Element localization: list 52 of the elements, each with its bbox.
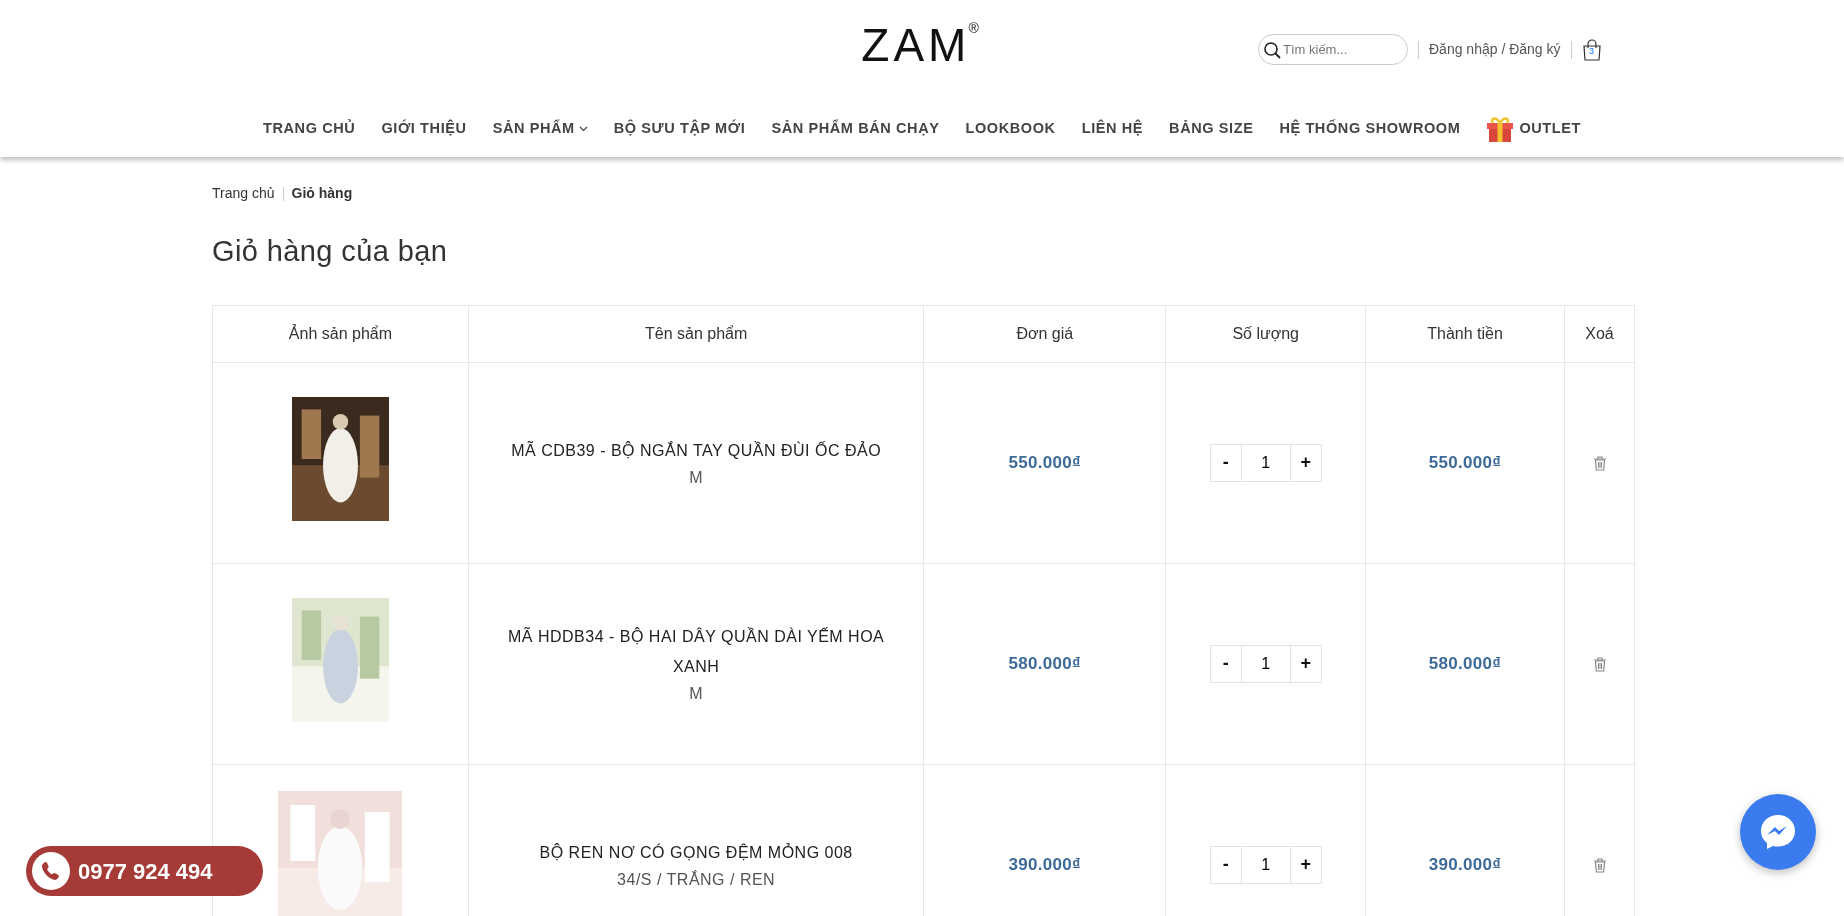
nav-link[interactable]: GIỚI THIỆU bbox=[381, 117, 467, 140]
nav-link[interactable]: SẢN PHẨM BÁN CHẠY bbox=[771, 117, 940, 140]
chat-button[interactable] bbox=[1740, 794, 1816, 870]
nav-link[interactable]: OUTLET bbox=[1486, 114, 1581, 143]
logo[interactable]: ZAM$^{®}$ bbox=[861, 22, 983, 68]
bag-icon bbox=[1581, 38, 1602, 61]
nav-link[interactable]: LOOKBOOK bbox=[965, 117, 1056, 140]
unit-price: 390.000₫ bbox=[1008, 855, 1082, 875]
search-input[interactable]: Tìm kiếm... bbox=[1281, 38, 1399, 61]
chat-icon bbox=[1758, 812, 1798, 852]
unit-price: 580.000₫ bbox=[1008, 654, 1082, 674]
search-icon[interactable] bbox=[1263, 40, 1281, 59]
quantity-field[interactable]: 1 bbox=[1240, 846, 1291, 883]
trash-icon[interactable] bbox=[1592, 456, 1607, 472]
quantity-stepper[interactable]: - 1 + bbox=[1209, 644, 1322, 683]
line-total: 390.000₫ bbox=[1428, 855, 1502, 875]
nav-link[interactable]: BẢNG SIZE bbox=[1169, 117, 1254, 140]
gift-icon bbox=[1486, 114, 1515, 143]
column-header: Số lượng bbox=[1165, 305, 1366, 363]
product-variant: M bbox=[688, 467, 705, 488]
column-header: Thành tiền bbox=[1365, 305, 1565, 363]
nav-link[interactable]: SẢN PHẨM bbox=[492, 117, 588, 140]
column-header: Tên sản phẩm bbox=[468, 305, 924, 363]
phone-icon bbox=[40, 860, 62, 882]
quantity-field[interactable]: 1 bbox=[1240, 444, 1291, 481]
page-title: Giỏ hàng của bạn bbox=[212, 234, 449, 269]
column-header: Xoá bbox=[1564, 305, 1635, 363]
unit-price: 550.000₫ bbox=[1008, 453, 1082, 473]
line-total: 550.000₫ bbox=[1428, 453, 1502, 473]
quantity-stepper[interactable]: - 1 + bbox=[1209, 443, 1322, 482]
phone-button[interactable]: 0977 924 494 bbox=[26, 846, 263, 896]
breadcrumb-current: Giỏ hàng bbox=[291, 184, 353, 203]
nav-link[interactable]: TRANG CHỦ bbox=[263, 117, 356, 140]
nav-link[interactable]: BỘ SƯU TẬP MỚI bbox=[613, 117, 746, 140]
cart-button[interactable]: 3 bbox=[1581, 38, 1602, 61]
quantity-field[interactable]: 1 bbox=[1240, 645, 1291, 682]
product-variant: M bbox=[688, 683, 705, 704]
breadcrumb-link[interactable]: Trang chủ bbox=[212, 183, 275, 204]
quantity-stepper[interactable]: - 1 + bbox=[1209, 845, 1322, 884]
nav-link[interactable]: HỆ THỐNG SHOWROOM bbox=[1279, 117, 1461, 140]
login-link[interactable]: Đăng nhập / Đăng ký bbox=[1429, 39, 1561, 60]
product-name[interactable]: MÃ CDB39 - BỘ NGẮN TAY QUẦN ĐÙI ỐC ĐẢO bbox=[469, 435, 923, 466]
product-name[interactable]: MÃ HDDB34 - BỘ HAI DÂY QUẦN DÀI YẾM HOA XANH bbox=[469, 621, 923, 682]
chevron-down-icon bbox=[578, 125, 588, 132]
trash-icon[interactable] bbox=[1592, 657, 1607, 673]
product-variant: 34/S / TRẮNG / REN bbox=[616, 869, 777, 890]
trash-icon[interactable] bbox=[1592, 858, 1607, 874]
column-header: Ảnh sản phẩm bbox=[212, 305, 469, 363]
nav-link[interactable]: LIÊN HỆ bbox=[1081, 117, 1144, 140]
line-total: 580.000₫ bbox=[1428, 654, 1502, 674]
column-header: Đơn giá bbox=[923, 305, 1166, 363]
product-name[interactable]: BỘ REN NƠ CÓ GỌNG ĐỆM MỎNG 008 bbox=[469, 837, 923, 868]
